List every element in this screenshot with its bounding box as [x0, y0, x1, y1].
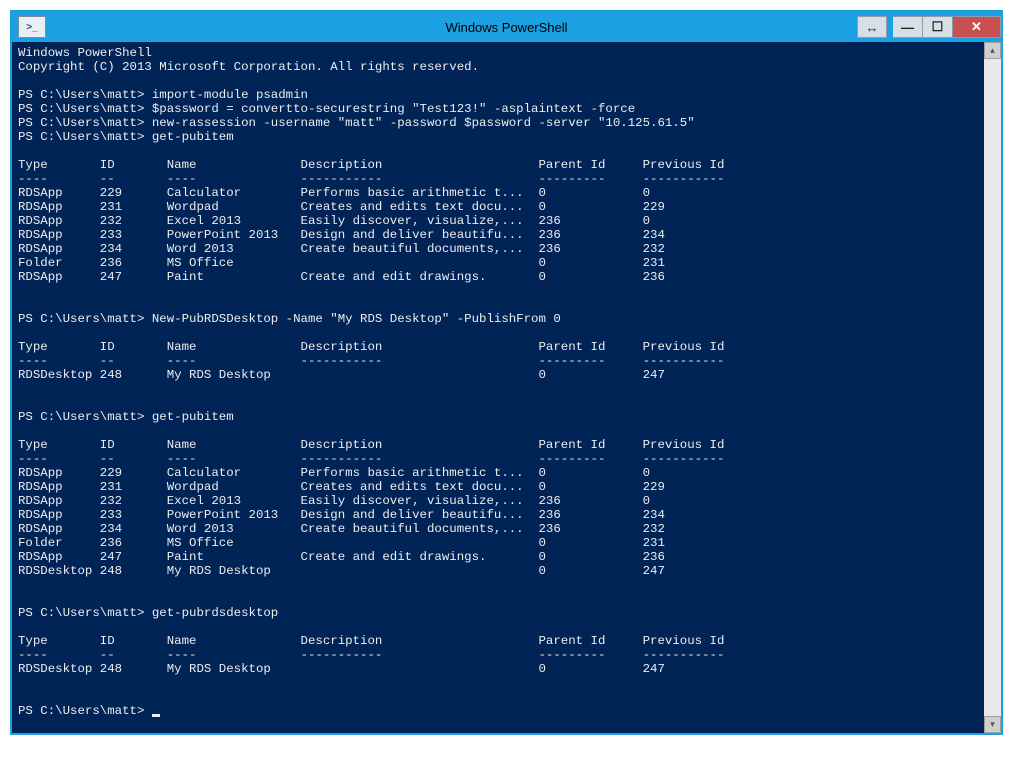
cursor [152, 714, 160, 717]
window-title: Windows PowerShell [12, 20, 1001, 35]
console-output[interactable]: Windows PowerShell Copyright (C) 2013 Mi… [12, 42, 984, 733]
maximize-button[interactable]: ☐ [923, 16, 953, 38]
close-button[interactable]: ✕ [953, 16, 1001, 38]
scroll-down-button[interactable]: ▾ [984, 716, 1001, 733]
vertical-scrollbar[interactable]: ▴ ▾ [984, 42, 1001, 733]
powershell-icon: >_ [18, 16, 46, 38]
titlebar[interactable]: >_ Windows PowerShell ↔ — ☐ ✕ [12, 12, 1001, 42]
scroll-up-button[interactable]: ▴ [984, 42, 1001, 59]
minimize-button[interactable]: — [893, 16, 923, 38]
scroll-track[interactable] [984, 59, 1001, 716]
window-controls: ↔ — ☐ ✕ [857, 16, 1001, 38]
resize-button[interactable]: ↔ [857, 16, 887, 38]
powershell-window: >_ Windows PowerShell ↔ — ☐ ✕ Windows Po… [10, 10, 1003, 735]
console-area: Windows PowerShell Copyright (C) 2013 Mi… [12, 42, 1001, 733]
